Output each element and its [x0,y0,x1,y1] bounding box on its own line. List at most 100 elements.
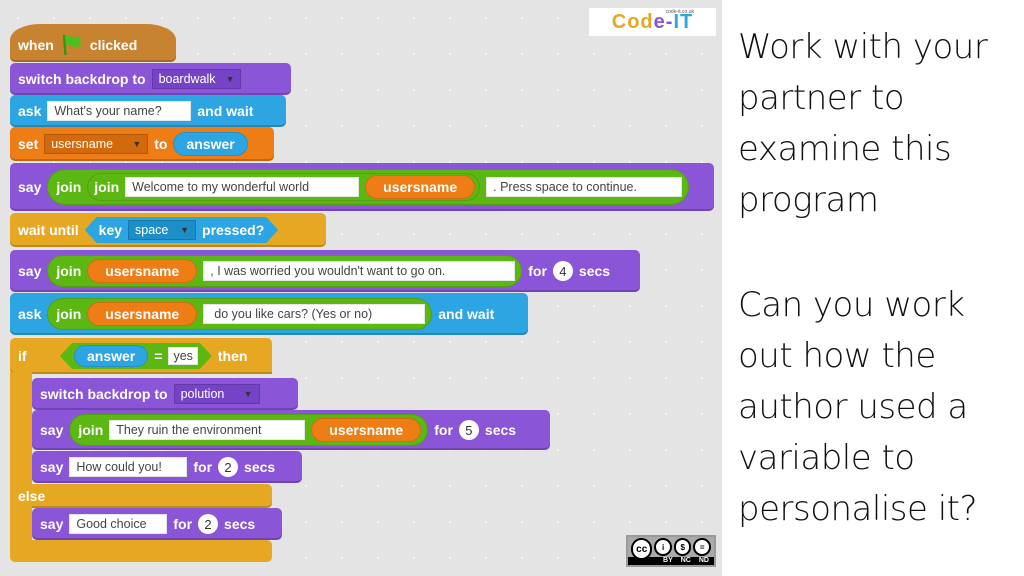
code-it-logo: Cod e- IT code-it.co.uk [589,8,716,36]
say-label: say [40,422,64,438]
variable-dropdown[interactable]: usersname ▼ [44,134,149,154]
ask-label: ask [18,306,42,322]
continue-text-input[interactable]: . Press space to continue. [486,177,683,197]
secs-input[interactable]: 2 [218,457,239,477]
how-text-input[interactable]: How could you! [69,457,188,477]
green-flag-icon [62,34,81,56]
join-inner-reporter[interactable]: join Welcome to my wonderful world users… [87,173,481,201]
join-reporter[interactable]: join usersname do you like cars? (Yes or… [47,298,433,330]
instruction-text: Work with your partner to examine this p… [738,27,988,220]
chevron-down-icon: ▼ [243,389,253,399]
if-label: if [18,348,27,364]
switch-backdrop-label: switch backdrop to [40,386,168,402]
chevron-down-icon: ▼ [225,74,235,84]
say-label: say [40,459,64,475]
say-worried-block[interactable]: say join usersname , I was worried you w… [10,250,640,292]
and-wait-label: and wait [197,103,254,119]
join-label: join [94,179,120,195]
ask-cars-block[interactable]: ask join usersname do you like cars? (Ye… [10,293,528,335]
key-value: space [135,223,169,237]
scripts-area: when clicked switch backdrop to boardwal… [0,0,722,576]
secs-input[interactable]: 5 [458,420,479,440]
say-label: say [18,263,42,279]
if-else-bottom [10,540,272,562]
good-text-input[interactable]: Good choice [69,514,168,534]
for-label: for [173,516,193,532]
equals-label: = [154,348,163,364]
say-welcome-block[interactable]: say join join Welcome to my wonderful wo… [10,163,714,211]
usersname-reporter[interactable]: usersname [311,418,422,442]
key-pressed-reporter[interactable]: key space ▼ pressed? [85,217,279,243]
backdrop-dropdown[interactable]: polution ▼ [173,384,260,404]
usersname-reporter[interactable]: usersname [365,175,476,199]
to-label: to [154,136,168,152]
equals-operator[interactable]: answer = yes [60,343,212,369]
join-outer-reporter[interactable]: join join Welcome to my wonderful world … [47,169,690,205]
switch-backdrop-block[interactable]: switch backdrop to boardwalk ▼ [10,63,291,95]
for-label: for [434,422,453,438]
attribution-icon: i [654,538,672,556]
switch-backdrop-label: switch backdrop to [18,71,146,87]
backdrop-value: polution [180,387,225,401]
say-good-block[interactable]: say Good choice for 2 secs [32,508,282,540]
join-label: join [56,263,82,279]
secs-input[interactable]: 2 [198,514,219,534]
key-dropdown[interactable]: space ▼ [128,220,196,240]
usersname-reporter[interactable]: usersname [87,259,198,283]
instructions-panel: Work with your partner to examine this p… [722,0,1024,576]
then-label: then [217,348,248,364]
cc-license-badge: cc i $ = BY NC ND [626,535,716,567]
compare-input[interactable]: yes [168,347,197,365]
cars-question-input[interactable]: do you like cars? (Yes or no) [203,304,426,324]
welcome-text-input[interactable]: Welcome to my wonderful world [125,177,360,197]
secs-label: secs [578,263,611,279]
join-label: join [56,306,82,322]
secs-label: secs [224,516,256,532]
say-label: say [18,179,42,195]
switch-backdrop-block[interactable]: switch backdrop to polution ▼ [32,378,298,410]
for-label: for [528,263,547,279]
ruin-text-input[interactable]: They ruin the environment [109,420,306,440]
nd-label: ND [698,557,709,564]
join-reporter[interactable]: join They ruin the environment usersname [69,414,429,446]
answer-reporter[interactable]: answer [173,132,248,156]
noderivatives-icon: = [693,538,711,556]
when-flag-clicked-block[interactable]: when clicked [10,24,176,62]
usersname-reporter[interactable]: usersname [87,302,198,326]
if-then-block[interactable]: if answer = yes then [10,338,272,374]
if-arm [10,372,32,484]
and-wait-label: and wait [438,306,495,322]
noncommercial-icon: $ [673,538,692,556]
say-how-block[interactable]: say How could you! for 2 secs [32,451,302,483]
chevron-down-icon: ▼ [132,139,142,149]
wait-until-block[interactable]: wait until key space ▼ pressed? [10,213,326,247]
else-section: else [10,484,272,508]
for-label: for [193,459,213,475]
say-label: say [40,516,64,532]
variable-value: usersname [51,137,114,151]
key-label: key [98,222,123,238]
question-input[interactable]: What's your name? [47,101,192,121]
clicked-label: clicked [89,37,138,53]
pressed-label: pressed? [202,222,265,238]
by-label: BY [663,557,673,564]
say-ruin-block[interactable]: say join They ruin the environment users… [32,410,550,450]
secs-label: secs [244,459,276,475]
wait-until-label: wait until [18,222,79,238]
ask-and-wait-block[interactable]: ask What's your name? and wait [10,95,286,127]
backdrop-dropdown[interactable]: boardwalk ▼ [151,69,242,89]
logo-url: code-it.co.uk [665,9,694,15]
logo-text-a: Cod [611,10,654,33]
secs-input[interactable]: 4 [552,261,573,281]
question-text: Can you work out how the author used a v… [738,285,978,529]
set-label: set [18,136,39,152]
set-variable-block[interactable]: set usersname ▼ to answer [10,127,274,161]
join-reporter[interactable]: join usersname , I was worried you would… [47,255,523,287]
else-label: else [18,488,46,504]
ask-label: ask [18,103,42,119]
answer-reporter[interactable]: answer [74,345,148,367]
backdrop-value: boardwalk [158,72,216,86]
secs-label: secs [484,422,517,438]
chevron-down-icon: ▼ [180,225,190,235]
worried-text-input[interactable]: , I was worried you wouldn't want to go … [203,261,516,281]
